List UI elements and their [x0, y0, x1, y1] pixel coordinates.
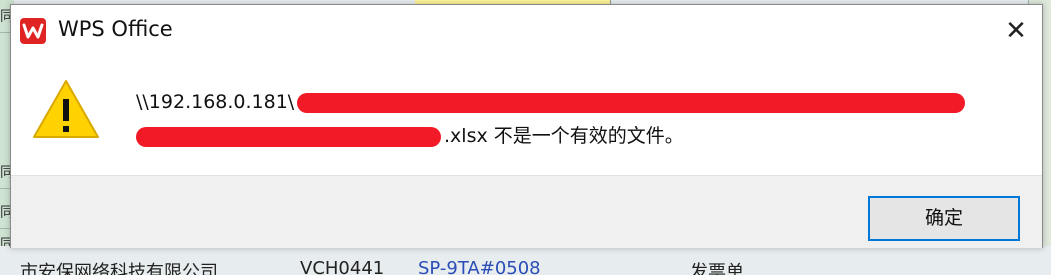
error-message: \\192.168.0.181\ .xlsx 不是一个有效的文件。: [136, 85, 1016, 153]
dialog-footer: 确定: [11, 175, 1042, 248]
background-cell-type: 发票单: [690, 262, 744, 275]
ok-button[interactable]: 确定: [868, 196, 1020, 241]
file-path-prefix: \\192.168.0.181\: [136, 91, 295, 113]
redaction-mark: [297, 92, 966, 113]
background-cell-code: VCH0441: [300, 258, 385, 275]
error-dialog: WPS Office ✕ \\192.168.0.181\ .xlsx 不是一个…: [10, 4, 1043, 248]
warning-icon: [33, 80, 99, 138]
background-sheet-row: 市安保网络科技有限公司 VCH0441 SP-9TA#0508 发票单: [0, 246, 1051, 275]
message-suffix: .xlsx 不是一个有效的文件。: [444, 125, 684, 147]
message-line-1: \\192.168.0.181\: [136, 85, 1016, 119]
redaction-mark: [136, 126, 441, 147]
close-button[interactable]: ✕: [998, 13, 1034, 49]
wps-logo-icon: [20, 18, 46, 44]
background-cell-ref: SP-9TA#0508: [418, 258, 541, 275]
message-line-2: .xlsx 不是一个有效的文件。: [136, 119, 1016, 153]
dialog-title: WPS Office: [58, 17, 173, 41]
background-cell-company: 市安保网络科技有限公司: [20, 262, 218, 275]
dialog-titlebar[interactable]: WPS Office ✕: [11, 5, 1042, 55]
